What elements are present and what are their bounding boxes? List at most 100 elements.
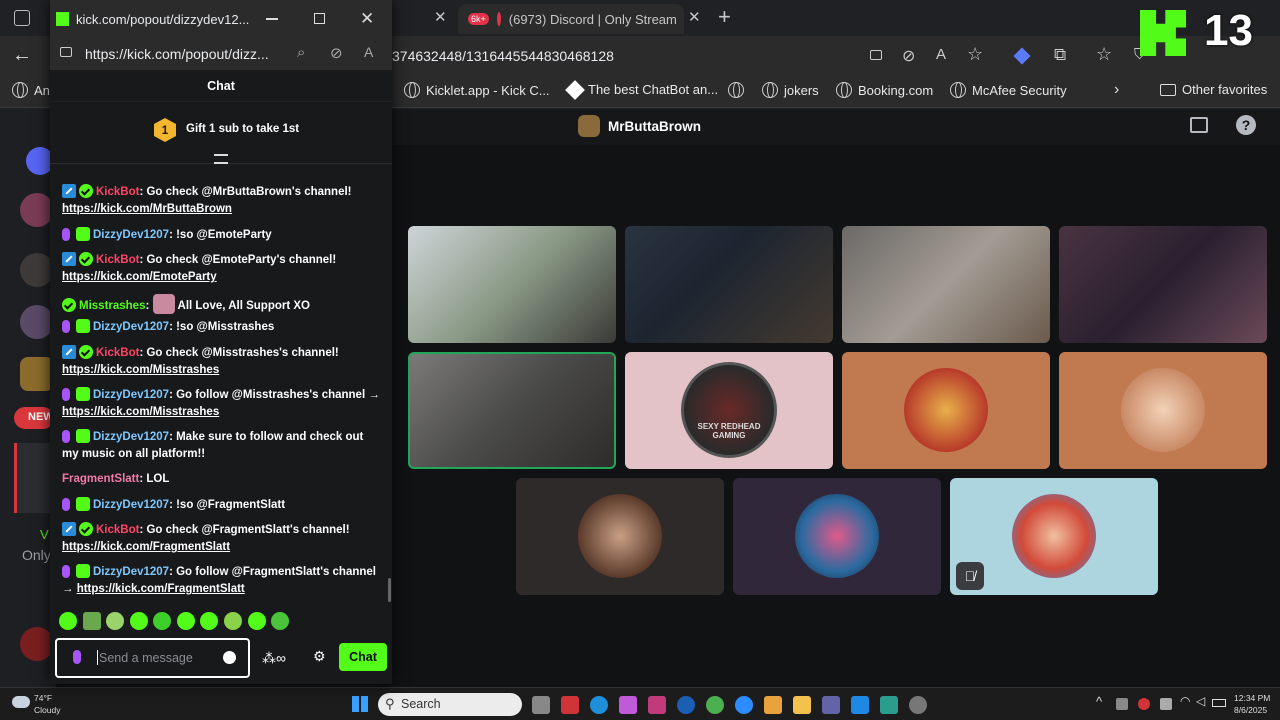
screen-share-icon[interactable]: [1190, 117, 1208, 133]
gift-banner[interactable]: 1 Gift 1 sub to take 1st: [50, 102, 392, 164]
chat-link[interactable]: https://kick.com/Misstrashes: [62, 406, 219, 418]
avatar-tile[interactable]: [1059, 352, 1267, 469]
chat-username[interactable]: DizzyDev1207: [93, 499, 169, 511]
chat-link[interactable]: https://kick.com/EmoteParty: [62, 271, 217, 283]
chat-username[interactable]: KickBot: [96, 347, 139, 359]
chat-username[interactable]: DizzyDev1207: [93, 431, 169, 443]
teams-icon[interactable]: [822, 696, 840, 714]
video-tile[interactable]: [408, 226, 616, 343]
settings-gear-icon[interactable]: ⚙: [313, 648, 326, 665]
read-aloud-icon[interactable]: A: [936, 46, 946, 63]
settings-gear-icon[interactable]: [909, 696, 927, 714]
tab-discord[interactable]: 6k+ (6973) Discord | Only Stream: [458, 4, 684, 34]
chat-username[interactable]: Misstrashes: [79, 300, 145, 312]
close-icon[interactable]: ✕: [360, 9, 374, 29]
hp-icon[interactable]: [677, 696, 695, 714]
video-tile-active-speaker[interactable]: [408, 352, 616, 469]
app-icon[interactable]: [764, 696, 782, 714]
chrome-icon[interactable]: [706, 696, 724, 714]
clock-time[interactable]: 12:34 PM: [1234, 693, 1270, 703]
server-icon[interactable]: [20, 193, 54, 227]
collapse-icon[interactable]: [214, 154, 228, 164]
tracking-icon[interactable]: ⊘: [902, 46, 915, 66]
avatar-tile[interactable]: SEXY REDHEAD GAMING: [625, 352, 833, 469]
chevron-right-icon[interactable]: ›: [1114, 81, 1119, 99]
popup-url[interactable]: https://kick.com/popout/dizz...: [85, 46, 269, 62]
start-icon[interactable]: [352, 696, 368, 712]
chat-send-button[interactable]: Chat: [339, 643, 387, 671]
bookmark-item[interactable]: Booking.com: [836, 82, 933, 98]
bookmark-item[interactable]: McAfee Security: [950, 82, 1067, 98]
message-input[interactable]: Send a message: [55, 638, 250, 678]
emote-icon[interactable]: [130, 612, 148, 630]
zoom-icon[interactable]: ⌕: [297, 44, 305, 61]
tab-close-icon[interactable]: ✕: [688, 8, 701, 26]
tray-chevron-icon[interactable]: ^: [1096, 694, 1102, 709]
chat-link[interactable]: https://kick.com/FragmentSlatt: [77, 583, 245, 595]
emote-icon[interactable]: [153, 612, 171, 630]
bookmark-item[interactable]: An: [12, 82, 50, 98]
chat-username[interactable]: DizzyDev1207: [93, 566, 169, 578]
bookmark-item[interactable]: [728, 82, 744, 98]
folder-icon[interactable]: [793, 696, 811, 714]
favorites-icon[interactable]: ☆: [1096, 44, 1112, 65]
edge-icon[interactable]: [590, 696, 608, 714]
server-icon[interactable]: [20, 253, 54, 287]
avatar-tile[interactable]: 🎙̸: [950, 478, 1158, 595]
tray-icon[interactable]: [1138, 698, 1150, 710]
chat-scrollbar[interactable]: [388, 578, 391, 602]
app-icon[interactable]: [561, 696, 579, 714]
bookmark-item[interactable]: jokers: [762, 82, 819, 98]
tray-icon[interactable]: [1116, 698, 1128, 710]
chat-username[interactable]: FragmentSlatt: [62, 473, 139, 485]
avatar-tile[interactable]: [733, 478, 941, 595]
volume-icon[interactable]: ◁: [1196, 694, 1205, 708]
minimize-icon[interactable]: [266, 18, 278, 20]
emote-icon[interactable]: [248, 612, 266, 630]
workspaces-icon[interactable]: [14, 10, 30, 26]
wifi-icon[interactable]: ◠: [1180, 694, 1190, 708]
mic-icon[interactable]: [73, 650, 81, 664]
chat-username[interactable]: KickBot: [96, 254, 139, 266]
emote-icon[interactable]: [224, 612, 242, 630]
chat-username[interactable]: KickBot: [96, 186, 139, 198]
avatar-tile[interactable]: [516, 478, 724, 595]
chat-link[interactable]: https://kick.com/MrButtaBrown: [62, 203, 232, 215]
tab-close-icon[interactable]: ✕: [434, 8, 447, 26]
other-favorites[interactable]: Other favorites: [1160, 82, 1267, 97]
battery-icon[interactable]: [1212, 699, 1226, 707]
emote-icon[interactable]: [59, 612, 77, 630]
clock-date[interactable]: 8/6/2025: [1234, 705, 1267, 715]
bookmark-item[interactable]: Kicklet.app - Kick C...: [404, 82, 550, 98]
new-tab-icon[interactable]: +: [718, 4, 731, 30]
emote-icon[interactable]: [200, 612, 218, 630]
copilot-icon[interactable]: [619, 696, 637, 714]
video-icon[interactable]: [870, 50, 882, 60]
app-icon[interactable]: [851, 696, 869, 714]
bookmark-item[interactable]: The best ChatBot an...: [565, 79, 718, 100]
extension-icon[interactable]: [1013, 47, 1031, 65]
server-icon[interactable]: [20, 357, 54, 391]
chat-users-icon[interactable]: ⁂∞: [262, 650, 286, 667]
emote-icon[interactable]: [83, 612, 101, 630]
help-icon[interactable]: ?: [1236, 115, 1256, 135]
tray-icon[interactable]: [1160, 698, 1172, 710]
emote-icon[interactable]: [177, 612, 195, 630]
favorite-star-icon[interactable]: ☆: [967, 44, 983, 65]
emoji-icon[interactable]: [223, 651, 236, 664]
chat-username[interactable]: DizzyDev1207: [93, 389, 169, 401]
zoom-icon[interactable]: [735, 696, 753, 714]
server-icon[interactable]: [20, 305, 54, 339]
video-tile[interactable]: [625, 226, 833, 343]
emote-icon[interactable]: [106, 612, 124, 630]
extensions-puzzle-icon[interactable]: ⧉: [1054, 45, 1066, 65]
app-icon[interactable]: [880, 696, 898, 714]
chat-username[interactable]: DizzyDev1207: [93, 229, 169, 241]
address-text[interactable]: 374632448/1316445544830468128: [392, 48, 614, 64]
avatar-tile[interactable]: [842, 352, 1050, 469]
read-aloud-icon[interactable]: A: [364, 44, 373, 60]
task-view-icon[interactable]: [532, 696, 550, 714]
tracking-icon[interactable]: ⊘: [330, 44, 343, 62]
maximize-icon[interactable]: [314, 13, 325, 24]
video-tile[interactable]: [1059, 226, 1267, 343]
